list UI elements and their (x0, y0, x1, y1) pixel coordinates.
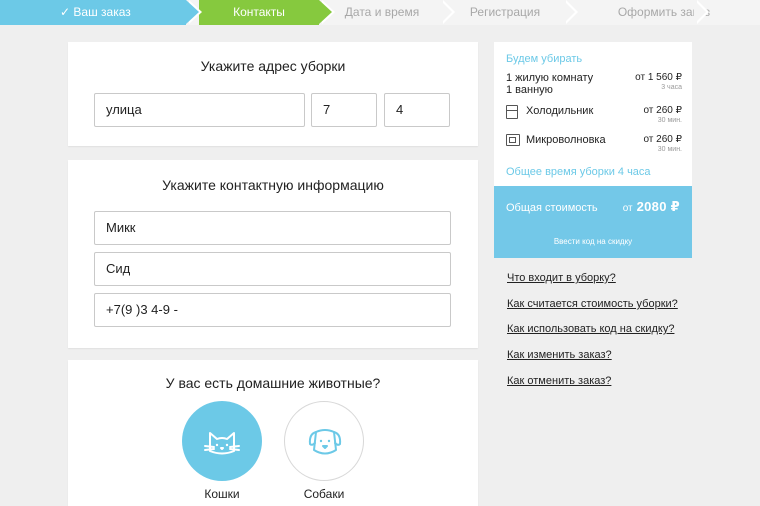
pets-card: У вас есть домашние животные? Кошки Соба… (68, 360, 478, 506)
scallop-edge (494, 183, 692, 189)
total-amount: 2080 ₽ (636, 199, 680, 214)
pet-cat-option[interactable] (182, 401, 262, 481)
checkout-steps: ✓ Ваш заказ Контакты Дата и время Регист… (0, 0, 760, 25)
order-summary: Будем убирать 1 жилую комнату 1 ванную о… (494, 42, 692, 258)
step-divider (440, 0, 452, 24)
address-title: Укажите адрес уборки (200, 58, 346, 74)
rooms-price: от 1 560 ₽ (635, 72, 682, 83)
faq-link[interactable]: Что входит в уборку? (507, 272, 616, 284)
step-your-order[interactable]: ✓ Ваш заказ (0, 0, 202, 25)
summary-rooms: 1 жилую комнату 1 ванную от 1 560 ₽ 3 ча… (506, 72, 682, 98)
cat-icon (204, 432, 240, 455)
contact-title: Укажите контактную информацию (162, 177, 384, 193)
rooms-line-1: 1 жилую комнату (506, 72, 594, 84)
phone-input[interactable]: +7(9 )3 4-9 - (94, 293, 451, 327)
total-time: Общее время уборки 4 часа (506, 166, 651, 178)
address-card: Укажите адрес уборки улица 7 4 (68, 42, 478, 146)
item-time: 30 мин. (657, 117, 682, 124)
step-date-time[interactable]: Дата и время (322, 0, 442, 25)
step-label: Дата и время (344, 5, 420, 19)
summary-header: Будем убирать (506, 53, 583, 65)
step-place-order[interactable]: Оформить заказ (568, 0, 760, 25)
item-name: Микроволновка (526, 134, 606, 146)
scallop-edge (494, 255, 692, 258)
promo-code-link[interactable]: Ввести код на скидку (494, 237, 692, 246)
total-prefix: от (622, 203, 633, 214)
summary-item: Микроволновка от 260 ₽ 30 мин. (506, 134, 682, 156)
total-value: от 2080 ₽ (623, 199, 680, 215)
faq-link[interactable]: Как отменить заказ? (507, 375, 611, 387)
rooms-line-2: 1 ванную (506, 84, 553, 96)
fridge-icon (506, 105, 518, 119)
step-label: ✓ Ваш заказ (60, 5, 131, 19)
total-block: Общая стоимость от 2080 ₽ Ввести код на с… (494, 183, 692, 258)
total-label: Общая стоимость (506, 202, 598, 214)
step-label: Регистрация (469, 5, 541, 19)
apartment-input[interactable]: 4 (384, 93, 450, 127)
street-input[interactable]: улица (94, 93, 305, 127)
faq-link[interactable]: Как использовать код на скидку? (507, 323, 674, 335)
house-input[interactable]: 7 (311, 93, 377, 127)
step-contacts[interactable]: Контакты (199, 0, 335, 25)
summary-item: Холодильник от 260 ₽ 30 мин. (506, 105, 682, 127)
pets-title: У вас есть домашние животные? (165, 375, 381, 391)
pet-dog-label: Собаки (303, 487, 345, 501)
item-time: 30 мин. (657, 146, 682, 153)
step-registration[interactable]: Регистрация (445, 0, 565, 25)
microwave-icon (506, 134, 520, 146)
item-price: от 260 ₽ (643, 105, 682, 116)
item-name: Холодильник (526, 105, 594, 117)
dog-icon (308, 429, 342, 455)
step-divider (694, 0, 706, 24)
faq-link[interactable]: Как изменить заказ? (507, 349, 612, 361)
rooms-time: 3 часа (661, 84, 682, 91)
pet-dog-option[interactable] (284, 401, 364, 481)
step-label: Контакты (233, 5, 285, 19)
pet-cat-label: Кошки (204, 487, 240, 501)
last-name-input[interactable]: Сид (94, 252, 451, 286)
step-label: Оформить заказ (617, 5, 711, 19)
contact-card: Укажите контактную информацию Микк Сид +… (68, 160, 478, 348)
faq-link[interactable]: Как считается стоимость уборки? (507, 298, 678, 310)
item-price: от 260 ₽ (643, 134, 682, 145)
step-divider (563, 0, 575, 24)
first-name-input[interactable]: Микк (94, 211, 451, 245)
